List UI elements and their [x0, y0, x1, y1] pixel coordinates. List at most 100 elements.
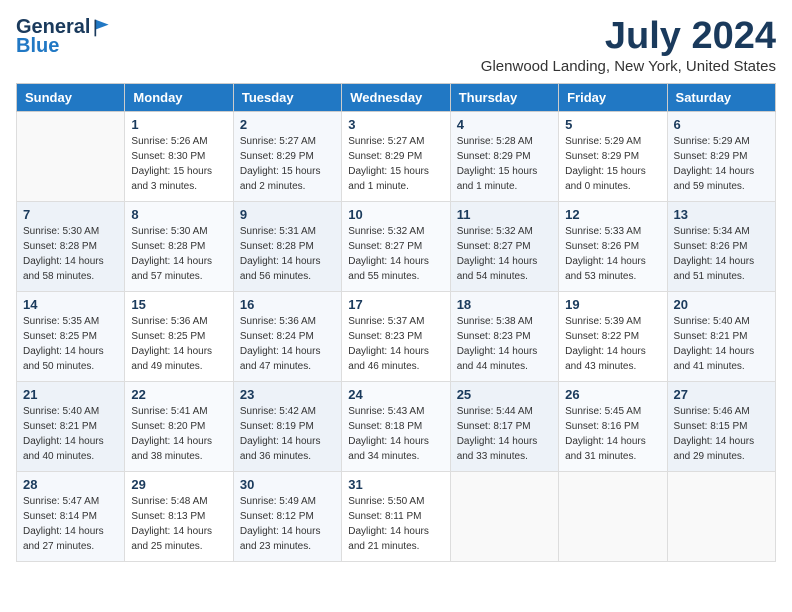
calendar-cell: 15 Sunrise: 5:36 AMSunset: 8:25 PMDayligh… [125, 291, 233, 381]
day-info: Sunrise: 5:36 AMSunset: 8:24 PMDaylight:… [240, 314, 335, 374]
calendar-cell: 7 Sunrise: 5:30 AMSunset: 8:28 PMDaylight… [17, 201, 125, 291]
day-info: Sunrise: 5:49 AMSunset: 8:12 PMDaylight:… [240, 494, 335, 554]
calendar-cell: 27 Sunrise: 5:46 AMSunset: 8:15 PMDayligh… [667, 381, 775, 471]
title-area: July 2024 Glenwood Landing, New York, Un… [481, 16, 776, 75]
weekday-header-wednesday: Wednesday [342, 83, 450, 111]
day-number: 1 [131, 117, 226, 132]
day-number: 25 [457, 387, 552, 402]
logo-flag-icon [92, 18, 112, 38]
day-number: 14 [23, 297, 118, 312]
day-info: Sunrise: 5:38 AMSunset: 8:23 PMDaylight:… [457, 314, 552, 374]
calendar-cell: 26Sunrise: 5:45 AMSunset: 8:16 PMDayligh… [559, 381, 667, 471]
day-info: Sunrise: 5:41 AMSunset: 8:20 PMDaylight:… [131, 404, 226, 464]
day-info: Sunrise: 5:40 AMSunset: 8:21 PMDaylight:… [23, 404, 118, 464]
day-number: 2 [240, 117, 335, 132]
day-number: 15 [131, 297, 226, 312]
calendar-cell: 31 Sunrise: 5:50 AMSunset: 8:11 PMDayligh… [342, 471, 450, 561]
calendar-cell: 16 Sunrise: 5:36 AMSunset: 8:24 PMDayligh… [233, 291, 341, 381]
day-info: Sunrise: 5:44 AMSunset: 8:17 PMDaylight:… [457, 404, 552, 464]
calendar-cell: 22 Sunrise: 5:41 AMSunset: 8:20 PMDayligh… [125, 381, 233, 471]
calendar-cell [559, 471, 667, 561]
calendar-cell: 29Sunrise: 5:48 AMSunset: 8:13 PMDayligh… [125, 471, 233, 561]
calendar-week-row: 21 Sunrise: 5:40 AMSunset: 8:21 PMDayligh… [17, 381, 776, 471]
day-number: 5 [565, 117, 660, 132]
day-info: Sunrise: 5:36 AMSunset: 8:25 PMDaylight:… [131, 314, 226, 374]
weekday-header-monday: Monday [125, 83, 233, 111]
logo: General Blue [16, 16, 112, 58]
day-info: Sunrise: 5:47 AMSunset: 8:14 PMDaylight:… [23, 494, 118, 554]
calendar-cell: 3 Sunrise: 5:27 AMSunset: 8:29 PMDaylight… [342, 111, 450, 201]
calendar-cell: 5Sunrise: 5:29 AMSunset: 8:29 PMDaylight… [559, 111, 667, 201]
day-number: 31 [348, 477, 443, 492]
calendar-cell: 30 Sunrise: 5:49 AMSunset: 8:12 PMDayligh… [233, 471, 341, 561]
weekday-header-thursday: Thursday [450, 83, 558, 111]
day-info: Sunrise: 5:32 AMSunset: 8:27 PMDaylight:… [457, 224, 552, 284]
calendar-cell: 2 Sunrise: 5:27 AMSunset: 8:29 PMDaylight… [233, 111, 341, 201]
day-number: 4 [457, 117, 552, 132]
day-number: 16 [240, 297, 335, 312]
day-number: 3 [348, 117, 443, 132]
day-number: 28 [23, 477, 118, 492]
calendar-cell: 24 Sunrise: 5:43 AMSunset: 8:18 PMDayligh… [342, 381, 450, 471]
day-number: 27 [674, 387, 769, 402]
day-number: 24 [348, 387, 443, 402]
weekday-header-saturday: Saturday [667, 83, 775, 111]
day-info: Sunrise: 5:27 AMSunset: 8:29 PMDaylight:… [348, 134, 443, 194]
calendar-cell: 4 Sunrise: 5:28 AMSunset: 8:29 PMDaylight… [450, 111, 558, 201]
day-info: Sunrise: 5:42 AMSunset: 8:19 PMDaylight:… [240, 404, 335, 464]
calendar-cell: 11Sunrise: 5:32 AMSunset: 8:27 PMDayligh… [450, 201, 558, 291]
day-number: 6 [674, 117, 769, 132]
calendar-week-row: 28 Sunrise: 5:47 AMSunset: 8:14 PMDayligh… [17, 471, 776, 561]
day-info: Sunrise: 5:29 AMSunset: 8:29 PMDaylight:… [674, 134, 769, 194]
month-title: July 2024 [481, 16, 776, 58]
calendar-cell: 9Sunrise: 5:31 AMSunset: 8:28 PMDaylight… [233, 201, 341, 291]
calendar-cell: 25 Sunrise: 5:44 AMSunset: 8:17 PMDayligh… [450, 381, 558, 471]
day-number: 12 [565, 207, 660, 222]
calendar-cell [450, 471, 558, 561]
weekday-header-row: SundayMondayTuesdayWednesdayThursdayFrid… [17, 83, 776, 111]
logo-blue-text: Blue [16, 35, 59, 58]
day-info: Sunrise: 5:35 AMSunset: 8:25 PMDaylight:… [23, 314, 118, 374]
day-number: 10 [348, 207, 443, 222]
day-info: Sunrise: 5:26 AMSunset: 8:30 PMDaylight:… [131, 134, 226, 194]
calendar-cell: 6 Sunrise: 5:29 AMSunset: 8:29 PMDaylight… [667, 111, 775, 201]
day-number: 30 [240, 477, 335, 492]
day-info: Sunrise: 5:37 AMSunset: 8:23 PMDaylight:… [348, 314, 443, 374]
calendar-cell [667, 471, 775, 561]
day-info: Sunrise: 5:28 AMSunset: 8:29 PMDaylight:… [457, 134, 552, 194]
day-info: Sunrise: 5:40 AMSunset: 8:21 PMDaylight:… [674, 314, 769, 374]
day-number: 8 [131, 207, 226, 222]
day-info: Sunrise: 5:33 AMSunset: 8:26 PMDaylight:… [565, 224, 660, 284]
day-number: 22 [131, 387, 226, 402]
day-info: Sunrise: 5:30 AMSunset: 8:28 PMDaylight:… [131, 224, 226, 284]
day-info: Sunrise: 5:50 AMSunset: 8:11 PMDaylight:… [348, 494, 443, 554]
calendar-cell: 14 Sunrise: 5:35 AMSunset: 8:25 PMDayligh… [17, 291, 125, 381]
day-info: Sunrise: 5:30 AMSunset: 8:28 PMDaylight:… [23, 224, 118, 284]
day-info: Sunrise: 5:43 AMSunset: 8:18 PMDaylight:… [348, 404, 443, 464]
day-number: 9 [240, 207, 335, 222]
weekday-header-tuesday: Tuesday [233, 83, 341, 111]
page-header: General Blue July 2024 Glenwood Landing,… [16, 16, 776, 75]
calendar-cell: 19Sunrise: 5:39 AMSunset: 8:22 PMDayligh… [559, 291, 667, 381]
day-info: Sunrise: 5:27 AMSunset: 8:29 PMDaylight:… [240, 134, 335, 194]
calendar-week-row: 7 Sunrise: 5:30 AMSunset: 8:28 PMDaylight… [17, 201, 776, 291]
weekday-header-sunday: Sunday [17, 83, 125, 111]
calendar-week-row: 1 Sunrise: 5:26 AMSunset: 8:30 PMDaylight… [17, 111, 776, 201]
calendar-cell: 1 Sunrise: 5:26 AMSunset: 8:30 PMDaylight… [125, 111, 233, 201]
calendar-week-row: 14 Sunrise: 5:35 AMSunset: 8:25 PMDayligh… [17, 291, 776, 381]
calendar-cell: 17Sunrise: 5:37 AMSunset: 8:23 PMDayligh… [342, 291, 450, 381]
calendar-cell: 10Sunrise: 5:32 AMSunset: 8:27 PMDayligh… [342, 201, 450, 291]
day-number: 21 [23, 387, 118, 402]
calendar-cell: 8 Sunrise: 5:30 AMSunset: 8:28 PMDaylight… [125, 201, 233, 291]
weekday-header-friday: Friday [559, 83, 667, 111]
day-info: Sunrise: 5:39 AMSunset: 8:22 PMDaylight:… [565, 314, 660, 374]
calendar-cell [17, 111, 125, 201]
day-info: Sunrise: 5:46 AMSunset: 8:15 PMDaylight:… [674, 404, 769, 464]
day-number: 13 [674, 207, 769, 222]
calendar-cell: 13Sunrise: 5:34 AMSunset: 8:26 PMDayligh… [667, 201, 775, 291]
day-info: Sunrise: 5:48 AMSunset: 8:13 PMDaylight:… [131, 494, 226, 554]
calendar-cell: 23Sunrise: 5:42 AMSunset: 8:19 PMDayligh… [233, 381, 341, 471]
calendar-cell: 12 Sunrise: 5:33 AMSunset: 8:26 PMDayligh… [559, 201, 667, 291]
day-number: 7 [23, 207, 118, 222]
calendar-cell: 21 Sunrise: 5:40 AMSunset: 8:21 PMDayligh… [17, 381, 125, 471]
